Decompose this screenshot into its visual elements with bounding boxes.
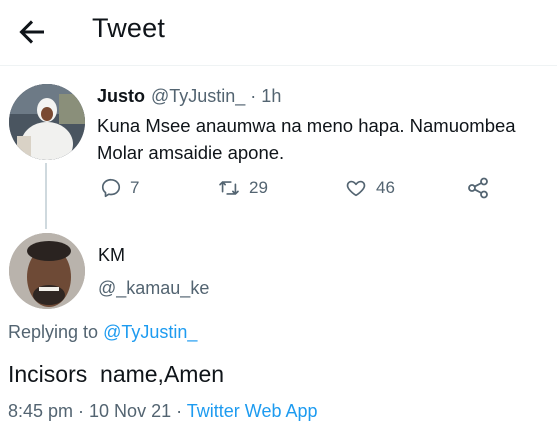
share-button[interactable] (466, 175, 490, 201)
reply-count: 7 (130, 178, 140, 197)
replying-prefix: Replying to (8, 322, 104, 342)
thread-connector (45, 163, 47, 229)
retweet-icon (219, 181, 239, 195)
author-name[interactable]: Justo (97, 86, 145, 107)
tweet-text: Kuna Msee anaumwa na meno hapa. Namuombe… (97, 115, 516, 163)
author-handle-time[interactable]: @TyJustin_ · 1h (151, 86, 281, 107)
timestamp[interactable]: 8:45 pm · 10 Nov 21 · (8, 401, 187, 421)
replying-to: Replying to @TyJustin_ (8, 322, 197, 343)
avatar[interactable] (9, 84, 85, 160)
tweet-text: Incisors name,Amen (8, 361, 225, 387)
avatar[interactable] (9, 233, 85, 309)
author-handle[interactable]: @_kamau_ke (98, 278, 209, 299)
source-app-link[interactable]: Twitter Web App (187, 401, 318, 421)
mention-link[interactable]: @TyJustin_ (103, 322, 197, 342)
tweet-meta: 8:45 pm · 10 Nov 21 · Twitter Web App (8, 401, 318, 422)
author-name[interactable]: KM (98, 245, 125, 266)
like-count: 46 (376, 178, 395, 197)
reply-button[interactable]: 7 (100, 175, 139, 201)
profile-photo (9, 233, 85, 309)
retweet-count: 29 (249, 178, 268, 197)
heart-icon (346, 180, 366, 197)
retweet-button[interactable]: 29 (217, 175, 268, 201)
arrow-left-icon (19, 20, 44, 44)
profile-photo (9, 84, 85, 160)
reply-icon (101, 178, 121, 198)
like-button[interactable]: 46 (344, 175, 395, 201)
top-bar: Tweet (0, 0, 557, 66)
share-icon (468, 177, 488, 199)
page-title: Tweet (92, 13, 166, 43)
back-button[interactable] (14, 14, 54, 50)
